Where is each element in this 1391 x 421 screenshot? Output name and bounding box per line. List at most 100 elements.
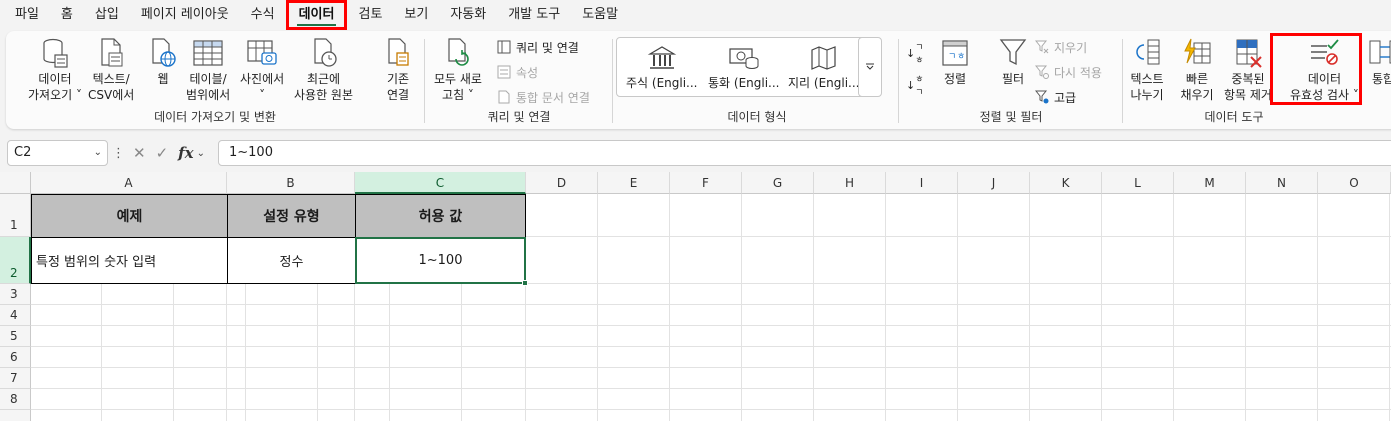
get-data-button[interactable]: 데이터 가져오기 ˅ bbox=[28, 37, 82, 103]
tab-page-layout[interactable]: 페이지 레이아웃 bbox=[130, 0, 240, 30]
properties-button[interactable]: 속성 bbox=[496, 62, 538, 82]
existing-connections-label-1: 기존 bbox=[386, 72, 410, 86]
advanced-filter-button[interactable]: 고급 bbox=[1034, 87, 1076, 107]
more-icon[interactable]: ⋮ bbox=[112, 146, 125, 161]
grid-col-lines bbox=[226, 284, 227, 421]
reapply-icon bbox=[1034, 64, 1050, 80]
column-header-i[interactable]: I bbox=[886, 172, 958, 194]
cell-a1-header[interactable]: 예제 bbox=[31, 194, 228, 238]
from-picture-button[interactable]: 사진에서 ˅ bbox=[240, 37, 284, 103]
properties-label: 속성 bbox=[516, 65, 539, 80]
geography-button[interactable]: 지리 (Engli... bbox=[788, 45, 860, 91]
tab-view[interactable]: 보기 bbox=[393, 0, 439, 30]
currencies-button[interactable]: 통화 (Engli... bbox=[708, 45, 780, 91]
flash-fill-button[interactable]: 빠른 채우기 bbox=[1180, 37, 1214, 103]
remove-duplicates-button[interactable]: 중복된 항목 제거 bbox=[1224, 37, 1272, 103]
column-header-c[interactable]: C bbox=[355, 172, 526, 194]
consolidate-button[interactable]: 통합 bbox=[1366, 37, 1391, 87]
column-header-l[interactable]: L bbox=[1102, 172, 1174, 194]
cancel-icon[interactable]: ✕ bbox=[133, 144, 146, 162]
column-header-g[interactable]: G bbox=[742, 172, 814, 194]
sort-desc-button[interactable]: ↓ ㅎㄱ bbox=[906, 75, 924, 98]
cell-a2[interactable]: 특정 범위의 숫자 입력 bbox=[31, 237, 228, 284]
stocks-button[interactable]: 주식 (Engli... bbox=[626, 45, 698, 91]
text-to-columns-button[interactable]: 텍스트 나누기 bbox=[1130, 37, 1164, 103]
clear-filter-label: 지우기 bbox=[1054, 40, 1088, 55]
flash-fill-icon bbox=[1180, 37, 1214, 69]
insert-function-icon[interactable]: fx bbox=[178, 144, 193, 162]
get-data-label-1: 데이터 bbox=[38, 72, 72, 86]
enter-icon[interactable]: ✓ bbox=[156, 144, 169, 162]
from-text-csv-button[interactable]: 텍스트/ CSV에서 bbox=[88, 37, 134, 103]
chevron-down-icon[interactable]: ⌄ bbox=[94, 141, 102, 165]
column-header-a[interactable]: A bbox=[31, 172, 227, 194]
data-types-more-button[interactable] bbox=[858, 37, 882, 97]
fill-handle[interactable] bbox=[522, 280, 528, 286]
row-header-7[interactable]: 7 bbox=[0, 368, 31, 389]
recent-sources-button[interactable]: 최근에 사용한 원본 bbox=[294, 37, 353, 103]
clear-filter-button[interactable]: 지우기 bbox=[1034, 37, 1087, 57]
reapply-button[interactable]: 다시 적용 bbox=[1034, 62, 1102, 82]
sort-desc-letters: ㅎㄱ bbox=[915, 75, 924, 98]
text-to-columns-label-1: 텍스트 bbox=[1130, 72, 1164, 86]
from-picture-label-1: 사진에서 bbox=[240, 72, 285, 86]
row-header-6[interactable]: 6 bbox=[0, 347, 31, 368]
cell-c1-header[interactable]: 허용 값 bbox=[355, 194, 526, 238]
column-header-n[interactable]: N bbox=[1246, 172, 1318, 194]
validation-highlight bbox=[1270, 33, 1362, 105]
cell-c2-active[interactable]: 1~100 bbox=[355, 237, 526, 284]
row-header-3[interactable]: 3 bbox=[0, 284, 31, 305]
clear-filter-icon bbox=[1034, 39, 1050, 55]
group-get-transform: 데이터 가져오기 ˅ 텍스트/ CSV에서 웹 테이블/ 범위에서 사진에서 ˅… bbox=[6, 35, 424, 127]
cell-b1-header[interactable]: 설정 유형 bbox=[227, 194, 356, 238]
tab-data[interactable]: 데이터 bbox=[285, 0, 348, 30]
row-header-8[interactable]: 8 bbox=[0, 389, 31, 410]
queries-connections-button[interactable]: 쿼리 및 연결 bbox=[496, 37, 579, 57]
stocks-label: 주식 (Engli... bbox=[626, 76, 698, 90]
tab-automate[interactable]: 자동화 bbox=[439, 0, 497, 30]
tab-home[interactable]: 홈 bbox=[50, 0, 84, 30]
filter-button[interactable]: 필터 bbox=[996, 37, 1030, 87]
column-header-h[interactable]: H bbox=[814, 172, 886, 194]
cell-b2[interactable]: 정수 bbox=[227, 237, 356, 284]
row-header-2[interactable]: 2 bbox=[0, 237, 31, 284]
column-header-k[interactable]: K bbox=[1030, 172, 1102, 194]
tab-developer[interactable]: 개발 도구 bbox=[497, 0, 571, 30]
formula-input[interactable]: 1~100 bbox=[218, 140, 1391, 166]
tab-formulas[interactable]: 수식 bbox=[240, 0, 286, 30]
column-header-d[interactable]: D bbox=[526, 172, 598, 194]
column-header-b[interactable]: B bbox=[227, 172, 355, 194]
consolidate-label: 통합 bbox=[1371, 72, 1391, 86]
name-box[interactable]: C2 ⌄ bbox=[7, 140, 108, 166]
sort-ascending-icon: ↓ bbox=[906, 46, 916, 60]
refresh-all-button[interactable]: 모두 새로 고침 ˅ bbox=[434, 37, 482, 103]
tab-insert[interactable]: 삽입 bbox=[84, 0, 130, 30]
row-header-4[interactable]: 4 bbox=[0, 305, 31, 326]
sort-button[interactable]: ㄱㅎ 정렬 bbox=[938, 37, 972, 87]
existing-connections-button[interactable]: 기존 연결 bbox=[381, 37, 415, 103]
column-header-o[interactable]: O bbox=[1318, 172, 1391, 194]
tab-review[interactable]: 검토 bbox=[347, 0, 393, 30]
edit-links-button[interactable]: 통합 문서 연결 bbox=[496, 87, 590, 107]
column-header-j[interactable]: J bbox=[958, 172, 1030, 194]
filter-icon bbox=[996, 37, 1030, 69]
row-header-9[interactable] bbox=[0, 410, 31, 421]
column-header-f[interactable]: F bbox=[670, 172, 742, 194]
group-label-data-types: 데이터 형식 bbox=[727, 110, 787, 124]
from-web-button[interactable]: 웹 bbox=[146, 37, 180, 87]
tab-help[interactable]: 도움말 bbox=[571, 0, 629, 30]
tab-file[interactable]: 파일 bbox=[4, 0, 50, 30]
consolidate-icon bbox=[1366, 37, 1391, 69]
column-header-e[interactable]: E bbox=[598, 172, 670, 194]
column-header-m[interactable]: M bbox=[1174, 172, 1246, 194]
from-table-label-2: 범위에서 bbox=[186, 88, 231, 102]
row-header-5[interactable]: 5 bbox=[0, 326, 31, 347]
row-header-1[interactable]: 1 bbox=[0, 194, 31, 237]
chevron-down-icon[interactable]: ⌄ bbox=[197, 148, 205, 159]
advanced-filter-label: 고급 bbox=[1054, 90, 1077, 105]
sort-asc-button[interactable]: ↓ ㄱㅎ bbox=[906, 43, 924, 66]
from-table-range-button[interactable]: 테이블/ 범위에서 bbox=[186, 37, 230, 103]
select-all-corner[interactable] bbox=[0, 172, 31, 194]
group-sort-filter: ↓ ㄱㅎ ↓ ㅎㄱ ㄱㅎ 정렬 필터 지우기 다시 적용 고급 정렬 및 필터 bbox=[900, 35, 1122, 127]
sort-dialog-icon: ㄱㅎ bbox=[938, 37, 972, 69]
